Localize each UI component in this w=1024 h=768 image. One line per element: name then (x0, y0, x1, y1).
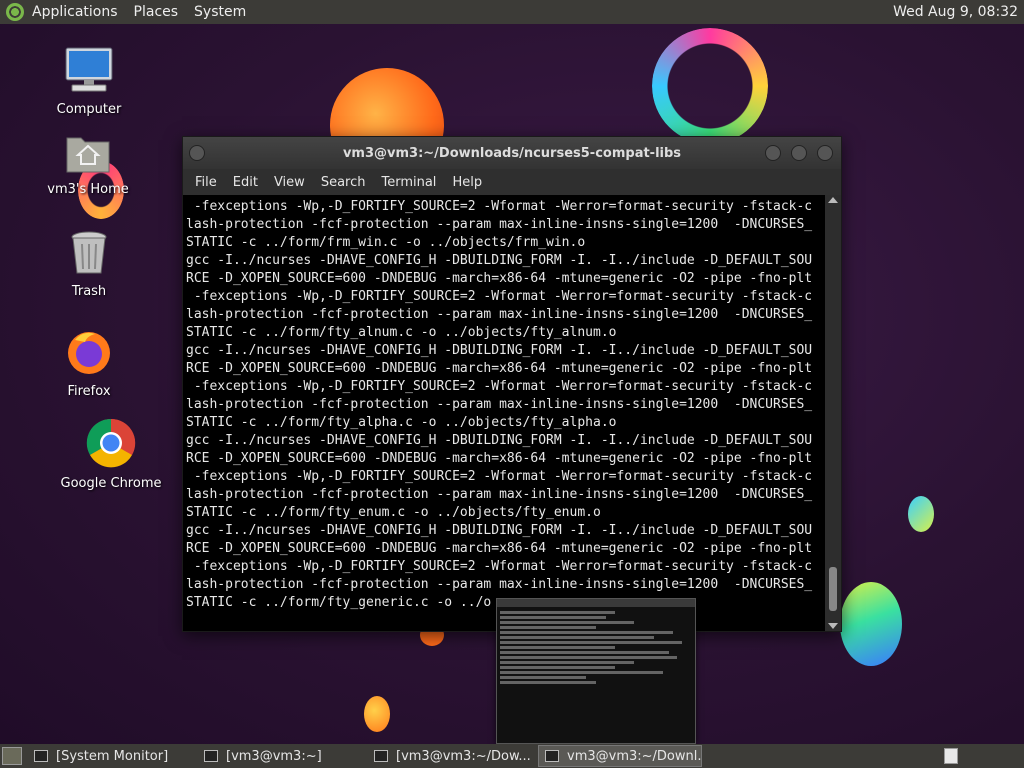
terminal-line: gcc -I../ncurses -DHAVE_CONFIG_H -DBUILD… (186, 523, 813, 538)
taskbar-item-terminal-home[interactable]: [vm3@vm3:~] (198, 745, 362, 767)
preview-line (500, 656, 677, 659)
terminal-line: STATIC -c ../form/fty_enum.c -o ../objec… (186, 505, 601, 520)
terminal-line: lash-protection -fcf-protection --param … (186, 217, 813, 232)
close-button[interactable] (817, 145, 833, 161)
scrollbar-thumb[interactable] (829, 567, 837, 611)
desktop-icon-label: Computer (56, 102, 122, 117)
preview-line (500, 681, 596, 684)
terminal-line: STATIC -c ../form/frm_win.c -o ../object… (186, 235, 586, 250)
preview-line (500, 631, 673, 634)
window-title: vm3@vm3:~/Downloads/ncurses5-compat-libs (342, 145, 682, 161)
bottom-taskbar: [System Monitor] [vm3@vm3:~] [vm3@vm3:~/… (0, 744, 1024, 768)
terminal-line: -fexceptions -Wp,-D_FORTIFY_SOURCE=2 -Wf… (186, 469, 813, 484)
terminal-icon (204, 750, 218, 762)
system-monitor-icon (34, 750, 48, 762)
terminal-menubar: File Edit View Search Terminal Help (183, 169, 841, 195)
terminal-line: RCE -D_XOPEN_SOURCE=600 -DNDEBUG -march=… (186, 361, 813, 376)
computer-icon (65, 47, 113, 92)
desktop-icon-label: vm3's Home (47, 182, 129, 197)
terminal-line: gcc -I../ncurses -DHAVE_CONFIG_H -DBUILD… (186, 343, 813, 358)
menu-terminal[interactable]: Terminal (373, 175, 444, 190)
desktop-icon-chrome[interactable]: Google Chrome (56, 418, 166, 491)
decor-rainbow-ring (652, 28, 768, 144)
desktop-icon-label: Firefox (67, 384, 111, 399)
terminal-line: -fexceptions -Wp,-D_FORTIFY_SOURCE=2 -Wf… (186, 199, 813, 214)
maximize-button[interactable] (791, 145, 807, 161)
preview-line (500, 651, 669, 654)
terminal-line: STATIC -c ../form/fty_alpha.c -o ../obje… (186, 415, 617, 430)
preview-line (500, 676, 587, 679)
decor-small-blob (908, 496, 934, 532)
top-panel: Applications Places System Wed Aug 9, 08… (0, 0, 1024, 24)
terminal-icon (545, 750, 559, 762)
preview-line (500, 661, 635, 664)
menu-places[interactable]: Places (126, 4, 187, 20)
terminal-line: -fexceptions -Wp,-D_FORTIFY_SOURCE=2 -Wf… (186, 289, 813, 304)
menu-help[interactable]: Help (444, 175, 490, 190)
preview-line (500, 646, 616, 649)
terminal-line: lash-protection -fcf-protection --param … (186, 307, 813, 322)
terminal-scrollbar[interactable] (825, 195, 841, 631)
window-titlebar[interactable]: vm3@vm3:~/Downloads/ncurses5-compat-libs (183, 137, 841, 169)
decor-gradient-blob (840, 582, 902, 666)
terminal-line: lash-protection -fcf-protection --param … (186, 487, 813, 502)
menu-file[interactable]: File (187, 175, 225, 190)
desktop-icon-home[interactable]: vm3's Home (33, 130, 143, 197)
terminal-line: lash-protection -fcf-protection --param … (186, 397, 813, 412)
taskbar-item-system-monitor[interactable]: [System Monitor] (28, 745, 192, 767)
scroll-up-icon[interactable] (828, 197, 838, 203)
firefox-icon (68, 332, 110, 374)
scroll-down-icon[interactable] (828, 623, 838, 629)
terminal-output[interactable]: -fexceptions -Wp,-D_FORTIFY_SOURCE=2 -Wf… (183, 195, 827, 631)
terminal-line: gcc -I../ncurses -DHAVE_CONFIG_H -DBUILD… (186, 433, 813, 448)
terminal-line: RCE -D_XOPEN_SOURCE=600 -DNDEBUG -march=… (186, 271, 813, 286)
terminal-line: -fexceptions -Wp,-D_FORTIFY_SOURCE=2 -Wf… (186, 379, 813, 394)
menu-system[interactable]: System (186, 4, 254, 20)
workspace-switcher[interactable] (944, 748, 958, 764)
terminal-line: RCE -D_XOPEN_SOURCE=600 -DNDEBUG -march=… (186, 451, 813, 466)
decor-orange-drop (364, 696, 390, 732)
terminal-line: lash-protection -fcf-protection --param … (186, 577, 813, 592)
menu-edit[interactable]: Edit (225, 175, 266, 190)
window-menu-icon[interactable] (189, 145, 205, 161)
terminal-line: STATIC -c ../form/fty_alnum.c -o ../obje… (186, 325, 617, 340)
desktop-icon-firefox[interactable]: Firefox (34, 328, 144, 399)
minimize-button[interactable] (765, 145, 781, 161)
desktop-icon-label: Google Chrome (60, 476, 162, 491)
preview-line (500, 641, 683, 644)
desktop-icon-label: Trash (71, 284, 107, 299)
terminal-line: RCE -D_XOPEN_SOURCE=600 -DNDEBUG -march=… (186, 541, 813, 556)
desktop-icon-computer[interactable]: Computer (34, 46, 144, 117)
menu-applications[interactable]: Applications (24, 4, 126, 20)
terminal-line: gcc -I../ncurses -DHAVE_CONFIG_H -DBUILD… (186, 253, 813, 268)
chrome-icon (86, 418, 136, 468)
taskbar-item-terminal-downloads[interactable]: [vm3@vm3:~/Dow... (368, 745, 532, 767)
distro-logo-icon[interactable] (6, 3, 24, 21)
desktop-icon-trash[interactable]: Trash (34, 230, 144, 299)
terminal-window[interactable]: vm3@vm3:~/Downloads/ncurses5-compat-libs… (182, 136, 842, 632)
preview-line (500, 621, 635, 624)
preview-content (497, 607, 695, 688)
preview-line (500, 611, 616, 614)
taskbar-item-label: [vm3@vm3:~] (226, 748, 322, 764)
preview-titlebar (497, 599, 695, 607)
taskbar-item-label: [vm3@vm3:~/Dow... (396, 748, 531, 764)
menu-view[interactable]: View (266, 175, 313, 190)
preview-line (500, 636, 654, 639)
preview-line (500, 671, 664, 674)
preview-line (500, 626, 596, 629)
trash-icon (71, 231, 107, 274)
preview-line (500, 666, 616, 669)
preview-line (500, 616, 606, 619)
menu-search[interactable]: Search (313, 175, 374, 190)
taskbar-item-label: vm3@vm3:~/Downl... (567, 748, 702, 764)
terminal-line: -fexceptions -Wp,-D_FORTIFY_SOURCE=2 -Wf… (186, 559, 813, 574)
clock[interactable]: Wed Aug 9, 08:32 (893, 4, 1018, 20)
show-desktop-icon[interactable] (2, 747, 22, 765)
taskbar-item-terminal-active[interactable]: vm3@vm3:~/Downl... (538, 745, 702, 767)
terminal-icon (374, 750, 388, 762)
window-preview-thumbnail[interactable] (496, 598, 696, 744)
home-folder-icon (66, 137, 110, 173)
taskbar-item-label: [System Monitor] (56, 748, 169, 764)
